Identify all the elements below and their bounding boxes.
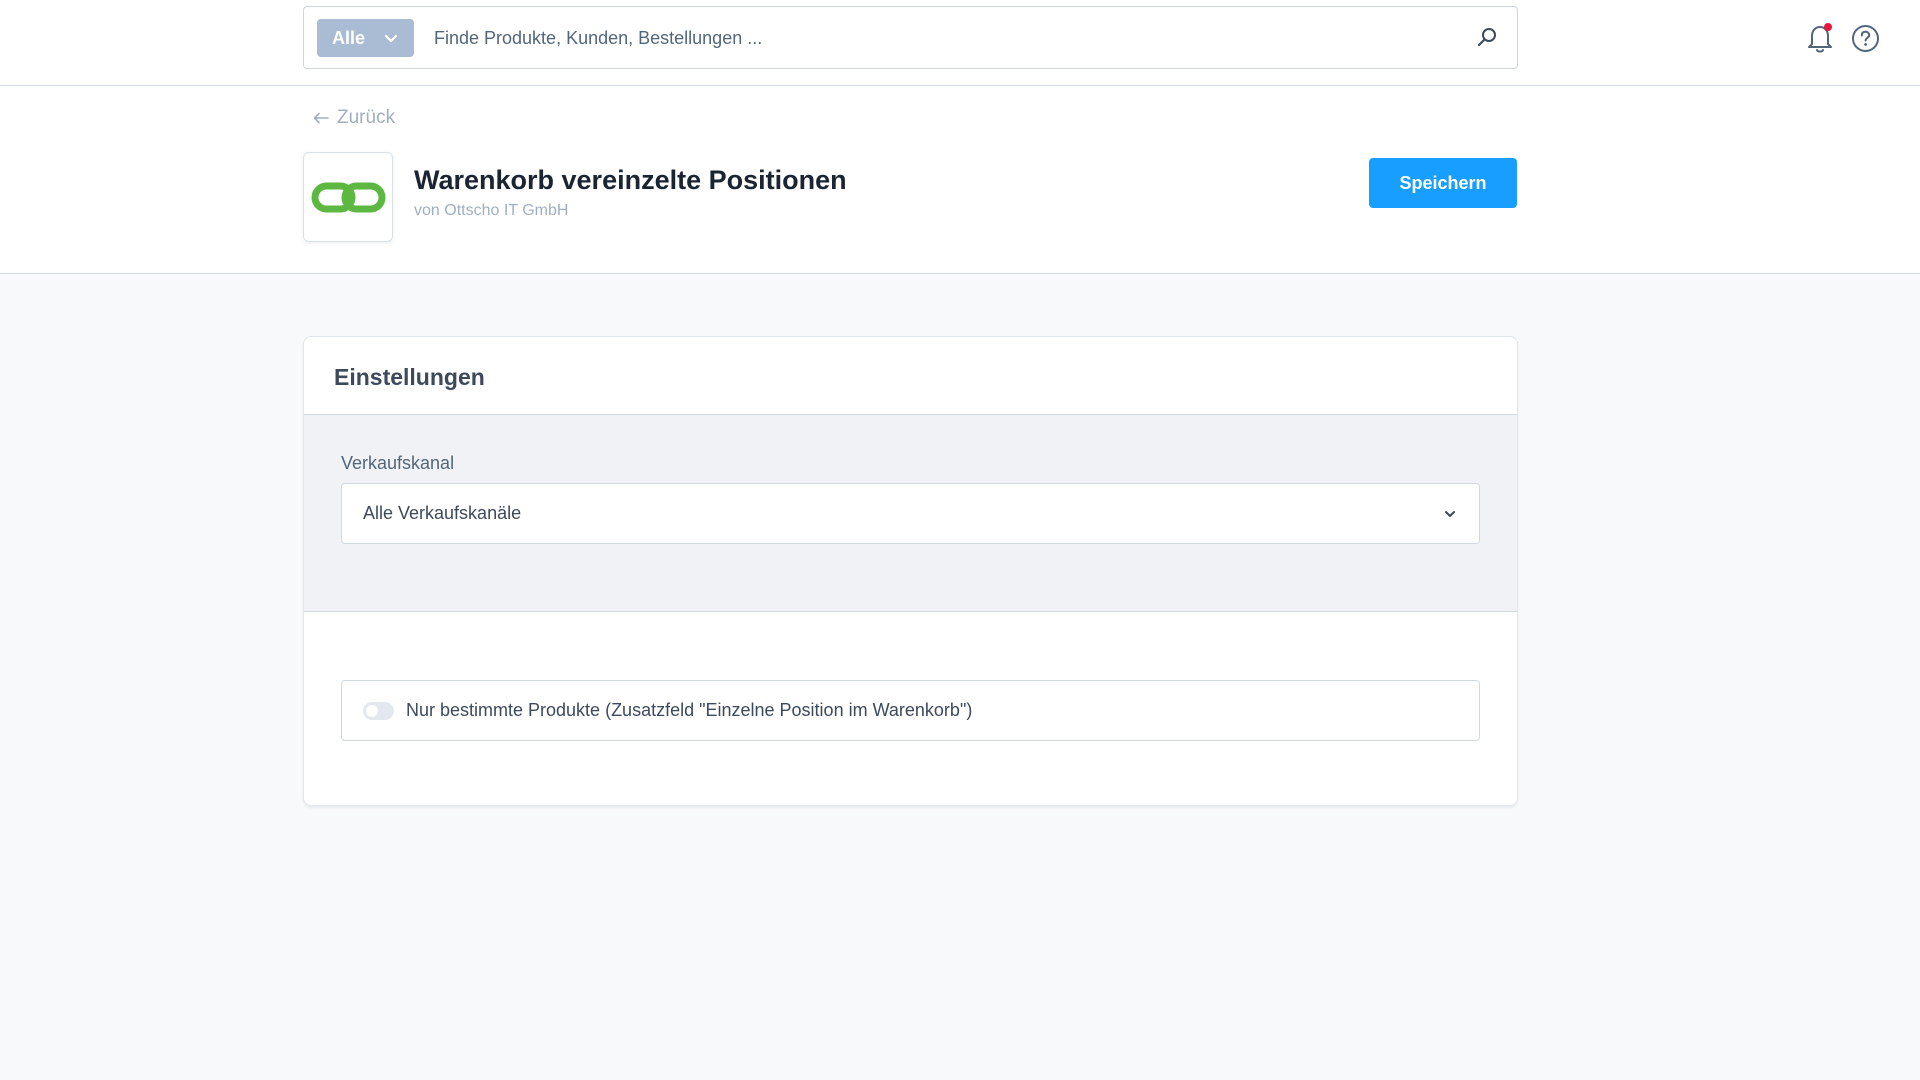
settings-card: Einstellungen Verkaufskanal Alle Verkauf… <box>303 336 1518 806</box>
app-vendor: von Ottscho IT GmbH <box>414 202 569 219</box>
search-type-label: Alle <box>332 27 366 48</box>
app-title: Warenkorb vereinzelte Positionen <box>414 165 847 195</box>
top-bar: Alle <box>0 0 1920 86</box>
back-label: Zurück <box>337 107 396 128</box>
search-icon[interactable] <box>1475 26 1499 50</box>
notification-dot <box>1824 23 1832 31</box>
global-search: Alle <box>303 6 1518 69</box>
sales-channel-label: Verkaufskanal <box>341 453 455 473</box>
chevron-down-icon <box>1445 511 1455 517</box>
sales-channel-select[interactable]: Alle Verkaufskanäle <box>341 483 1480 544</box>
card-title: Einstellungen <box>334 364 485 390</box>
save-button[interactable]: Speichern <box>1369 158 1517 208</box>
bell-icon[interactable] <box>1806 22 1836 54</box>
back-link[interactable]: Zurück <box>313 107 395 129</box>
search-input[interactable] <box>432 19 1432 57</box>
chain-link-logo <box>311 182 386 213</box>
specific-products-toggle[interactable] <box>363 702 394 720</box>
card-header: Einstellungen <box>304 337 1517 415</box>
specific-products-field: Nur bestimmte Produkte (Zusatzfeld "Einz… <box>341 680 1480 741</box>
sales-channel-section: Verkaufskanal Alle Verkaufskanäle <box>304 415 1517 612</box>
help-icon[interactable] <box>1851 24 1880 53</box>
arrow-left-icon <box>313 112 329 124</box>
page-header: Zurück Warenkorb vereinzelte Positionen … <box>0 86 1920 274</box>
search-type-dropdown[interactable]: Alle <box>317 19 414 57</box>
toggle-knob <box>366 705 378 717</box>
chevron-down-icon <box>384 34 398 43</box>
specific-products-label: Nur bestimmte Produkte (Zusatzfeld "Einz… <box>406 700 973 720</box>
sales-channel-value: Alle Verkaufskanäle <box>363 503 522 523</box>
app-logo <box>303 152 393 242</box>
